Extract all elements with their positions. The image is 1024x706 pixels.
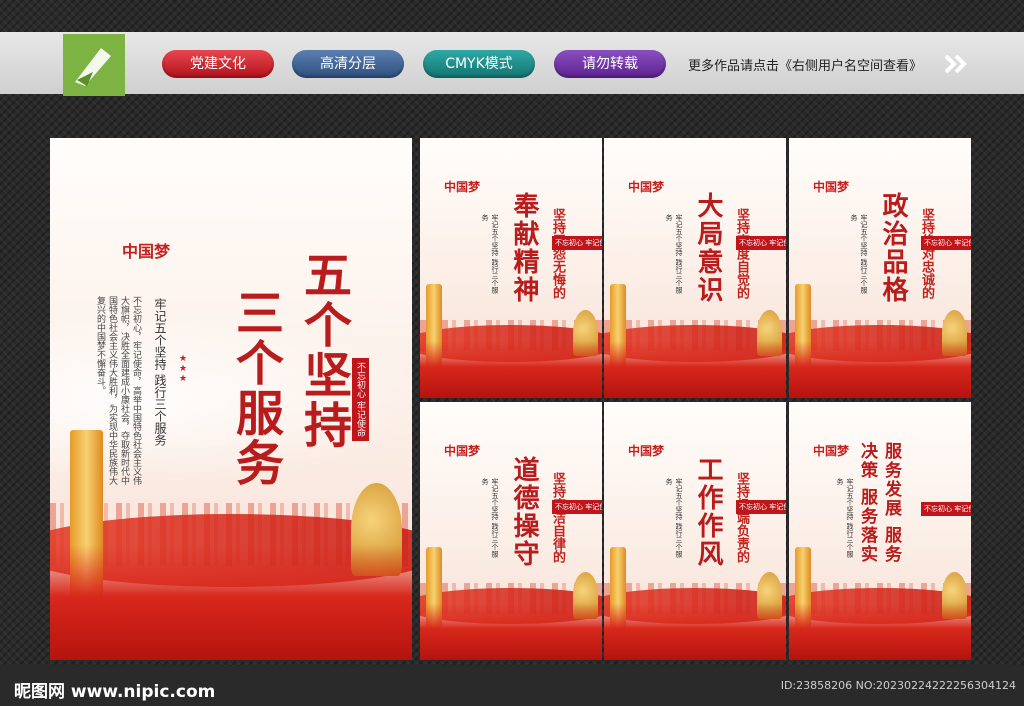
poster-dedication: 中国梦 奉献精神 坚持无怨无悔的 牢记五个坚持 践行三个服务 不忘初心 牢记使命 (420, 138, 602, 398)
poster-title: 工作作风 (693, 456, 723, 568)
poster-seal: 不忘初心 牢记使命 (552, 236, 602, 250)
poster-moral-integrity: 中国梦 道德操守 坚持廉洁自律的 牢记五个坚持 践行三个服务 不忘初心 牢记使命 (420, 402, 602, 660)
poster-subtitle: 坚持廉洁自律的 (550, 472, 565, 563)
poster-overall-view: 中国梦 大局意识 坚持高度自觉的 牢记五个坚持 践行三个服务 不忘初心 牢记使命 (604, 138, 786, 398)
poster-work-style: 中国梦 工作作风 坚持极端负责的 牢记五个坚持 践行三个服务 不忘初心 牢记使命 (604, 402, 786, 660)
poster-subtitle: 坚持无怨无悔的 (550, 208, 565, 299)
poster-seal: 不忘初心 牢记使命 (921, 502, 971, 516)
poster-title: 奉献精神 (509, 192, 539, 304)
tag-no-repost: 请勿转载 (554, 50, 666, 78)
poster-tag: 牢记五个坚持 践行三个服务 (850, 214, 868, 294)
main-title-line1: 五个坚持 (295, 250, 351, 450)
tag-party-culture: 党建文化 (162, 50, 274, 78)
poster-seal: 不忘初心 牢记使命 (736, 500, 786, 514)
header-tagline[interactable]: 更多作品请点击《右侧用户名空间查看》 (688, 55, 922, 74)
china-dream-logo: 中国梦 (628, 444, 665, 458)
china-dream-logo: 中国梦 (628, 180, 665, 194)
poster-tag: 牢记五个坚持 践行三个服务 (665, 478, 683, 558)
poster-tag: 牢记五个坚持 践行三个服务 (481, 214, 499, 294)
tag-cmyk: CMYK模式 (423, 50, 535, 78)
poster-seal: 不忘初心 牢记使命 (552, 500, 602, 514)
star-decoration-icon: ★★★ (178, 354, 188, 384)
red-ground (604, 340, 786, 398)
poster-title: 大局意识 (693, 192, 723, 304)
poster-title: 服务发展 服务决策 服务落实 (857, 442, 901, 564)
china-dream-logo: 中国梦 (813, 180, 850, 194)
poster-title: 道德操守 (509, 456, 539, 568)
main-seal: 不忘初心 牢记使命 (352, 358, 369, 441)
china-dream-logo: 中国梦 (122, 242, 171, 261)
main-poster: 中国梦 五个坚持 三个服务 牢记五个坚持 践行三个服务 不忘初心，牢记使命，高举… (50, 138, 412, 660)
poster-seal: 不忘初心 牢记使命 (921, 236, 971, 250)
red-ground (789, 603, 971, 660)
red-ground (420, 603, 602, 660)
tag-hd-layers: 高清分层 (292, 50, 404, 78)
site-watermark[interactable]: 昵图网 www.nipic.com (14, 677, 215, 702)
poster-political-character: 中国梦 政治品格 坚持绝对忠诚的 牢记五个坚持 践行三个服务 不忘初心 牢记使命 (789, 138, 971, 398)
poster-seal: 不忘初心 牢记使命 (736, 236, 786, 250)
brand-logo-icon (63, 34, 125, 96)
red-ground (789, 340, 971, 398)
poster-subtitle: 坚持极端负责的 (734, 472, 749, 563)
red-ground (50, 545, 412, 660)
china-dream-logo: 中国梦 (444, 444, 481, 458)
poster-three-services: 中国梦 服务发展 服务决策 服务落实 牢记五个坚持 践行三个服务 不忘初心 牢记… (789, 402, 971, 660)
china-dream-logo: 中国梦 (444, 180, 481, 194)
poster-subtitle: 坚持高度自觉的 (734, 208, 749, 299)
red-ground (420, 340, 602, 398)
main-subtitle: 牢记五个坚持 践行三个服务 (153, 298, 167, 446)
china-dream-logo: 中国梦 (813, 444, 850, 458)
poster-tag: 牢记五个坚持 践行三个服务 (481, 478, 499, 558)
main-title-line2: 三个服务 (227, 288, 283, 488)
poster-subtitle: 坚持绝对忠诚的 (919, 208, 934, 299)
poster-tag: 牢记五个坚持 践行三个服务 (836, 478, 854, 558)
poster-tag: 牢记五个坚持 践行三个服务 (665, 214, 683, 294)
double-arrow-icon[interactable] (944, 54, 970, 74)
poster-title: 政治品格 (878, 192, 908, 304)
red-ground (604, 603, 786, 660)
image-id-watermark: ID:23858206 NO:20230224222256304124 (780, 679, 1016, 692)
